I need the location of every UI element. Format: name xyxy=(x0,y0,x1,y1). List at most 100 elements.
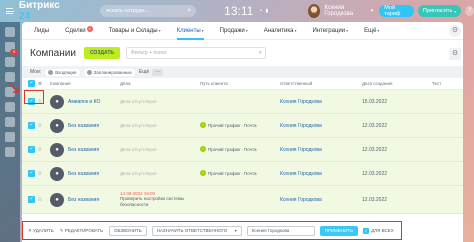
row-checkbox[interactable]: ✓ xyxy=(28,146,35,153)
table-row[interactable]: ✓ ≡ ● Без названия Дела отсутствуют ✓ Проч… xyxy=(22,114,463,138)
column-header-client-path[interactable]: Путь клиента xyxy=(200,81,280,86)
menu-item-integrations[interactable]: Интеграции▾ xyxy=(312,22,348,40)
sidebar-drive-icon[interactable] xyxy=(5,87,15,97)
responsible-link[interactable]: Ксения Городкова xyxy=(280,197,322,203)
row-menu-icon[interactable]: ≡ xyxy=(38,171,50,177)
grid-settings-gear-icon[interactable]: ⚙ xyxy=(449,48,461,60)
select-all-checkbox[interactable]: ✓ xyxy=(28,80,35,87)
filter-search-input[interactable]: Фильтр + поиск ⌕ xyxy=(126,47,267,59)
table-row[interactable]: ✓ ≡ ● Без названия Дела отсутствуют ✓ Проч… xyxy=(22,162,463,186)
header-menu-icon[interactable]: ⚙ xyxy=(38,81,50,87)
menu-item-analytics[interactable]: Аналитика▾ xyxy=(264,22,297,40)
counters-more-dots-icon[interactable]: ··· xyxy=(152,68,164,76)
company-link[interactable]: Амиапок и КО xyxy=(68,99,100,105)
menu-item-more[interactable]: Ещё▾ xyxy=(364,22,379,40)
activity-cell: 14.09.2022 19:00 Проверить настройки сис… xyxy=(120,191,200,208)
column-header-company[interactable]: Компания xyxy=(50,81,120,86)
edit-button[interactable]: ✎ РЕДАКТИРОВАТЬ xyxy=(60,228,103,234)
filter-placeholder: Фильтр + поиск xyxy=(131,50,167,56)
column-header-test[interactable]: Тест xyxy=(432,81,462,86)
user-name[interactable]: Ксения Городкова xyxy=(324,5,367,17)
delete-button[interactable]: ✕ УДАЛИТЬ xyxy=(28,228,54,234)
activity-text[interactable]: Проверить настройки системы безопасности xyxy=(120,196,200,208)
sidebar-chat-icon[interactable] xyxy=(5,27,15,37)
chevron-down-icon: ▾ xyxy=(201,27,204,33)
responsible-input[interactable]: Ксения Городкова xyxy=(246,225,315,236)
counters-more-link[interactable]: Ещё xyxy=(139,69,149,75)
menu-settings-gear-icon[interactable]: ⚙ xyxy=(449,25,461,37)
clock[interactable]: 13:11 xyxy=(224,4,253,18)
client-path-icon: ✓ xyxy=(200,170,206,177)
sidebar-mail-icon[interactable] xyxy=(5,102,15,112)
menu-item-label: Товары и Склады xyxy=(108,27,158,34)
responsible-link[interactable]: Ксения Городкова xyxy=(280,147,322,153)
created-date: 15.03.2022 xyxy=(362,98,388,105)
row-check-cell: ✓ xyxy=(22,146,38,153)
apply-button[interactable]: ПРИМЕНИТЬ xyxy=(319,225,359,236)
edit-label: РЕДАКТИРОВАТЬ xyxy=(64,227,104,233)
row-checkbox[interactable]: ✓ xyxy=(28,98,35,105)
menu-burger-icon[interactable] xyxy=(6,8,14,14)
column-header-created[interactable]: Дата создания xyxy=(362,81,432,86)
chevron-down-icon: ▾ xyxy=(294,27,297,33)
user-avatar[interactable] xyxy=(308,4,321,18)
client-path-cell: ✓ Прочий трафик · Почта xyxy=(200,122,280,129)
counter-label: Запланированные xyxy=(93,69,132,75)
row-menu-icon[interactable]: ≡ xyxy=(38,123,50,129)
table-row[interactable]: ✓ ≡ ● Без названия 14.09.2022 19:00 Прове… xyxy=(22,186,463,214)
responsible-link[interactable]: Ксения Городкова xyxy=(280,99,322,105)
row-check-cell: ✓ xyxy=(22,122,38,129)
client-path-cell: ✓ Прочий трафик · Почта xyxy=(200,170,280,177)
menu-item-sales[interactable]: Продажи▾ xyxy=(220,22,248,40)
app-logo[interactable]: Битрикс 24 xyxy=(19,0,66,22)
sidebar-store-icon[interactable] xyxy=(5,132,15,142)
sidebar-settings-icon[interactable] xyxy=(5,147,15,157)
row-menu-icon[interactable]: ≡ xyxy=(38,147,50,153)
sidebar-crm-icon[interactable] xyxy=(5,72,15,82)
menu-item-leads[interactable]: Лиды xyxy=(34,22,49,40)
responsible-cell: Ксения Городкова xyxy=(280,99,362,105)
responsible-link[interactable]: Ксения Городкова xyxy=(280,123,322,129)
activity-cell: Дела отсутствуют xyxy=(120,123,200,129)
menu-item-deals[interactable]: Сделки 4 xyxy=(65,22,93,40)
row-menu-icon[interactable]: ≡ xyxy=(38,197,50,203)
help-icon[interactable]: ? xyxy=(465,6,474,16)
counters-bar: Мои: Входящие Запланированные Ещё ··· xyxy=(22,66,463,78)
counter-planned[interactable]: Запланированные xyxy=(83,68,135,76)
chevron-down-icon: ▾ xyxy=(158,27,161,33)
menu-item-label: Клиенты xyxy=(176,27,201,34)
invite-button[interactable]: Пригласить ▾ xyxy=(417,5,462,17)
chevron-down-icon[interactable]: ▾ xyxy=(371,8,374,14)
create-button[interactable]: СОЗДАТЬ xyxy=(83,47,121,59)
row-checkbox[interactable]: ✓ xyxy=(28,196,35,203)
row-checkbox[interactable]: ✓ xyxy=(28,170,35,177)
menu-item-clients[interactable]: Клиенты▾ xyxy=(176,22,204,40)
my-tariff-button[interactable]: Мой тариф xyxy=(379,5,414,17)
activity-text: Дела отсутствуют xyxy=(120,122,157,128)
company-link[interactable]: Без названия xyxy=(68,171,99,177)
sidebar-sites-icon[interactable] xyxy=(5,117,15,127)
client-path-cell: ✓ Прочий трафик · Почта xyxy=(200,146,280,153)
created-date: 12.03.2022 xyxy=(362,146,388,153)
company-link[interactable]: Без названия xyxy=(68,197,99,203)
sidebar-calendar-icon[interactable] xyxy=(5,57,15,67)
search-icon: ⌕ xyxy=(187,7,192,14)
company-link[interactable]: Без названия xyxy=(68,147,99,153)
search-icon: ⌕ xyxy=(258,49,263,56)
table-row[interactable]: ✓ ≡ ● Амиапок и КО Дела отсутствуют Ксени… xyxy=(22,90,463,114)
create-label: СОЗДАТЬ xyxy=(89,50,115,56)
action-select[interactable]: НАЗНАЧИТЬ ОТВЕТСТВЕННОГО ▾ xyxy=(151,225,242,236)
global-search-input[interactable]: искать сотрудн... ⌕ xyxy=(100,5,197,17)
row-menu-icon[interactable]: ≡ xyxy=(38,99,50,105)
row-checkbox[interactable]: ✓ xyxy=(28,122,35,129)
counter-incoming[interactable]: Входящие xyxy=(45,68,80,76)
for-all-checkbox[interactable]: ✓ ДЛЯ ВСЕХ xyxy=(363,227,394,234)
company-link[interactable]: Без названия xyxy=(68,123,99,129)
menu-item-label: Сделки xyxy=(65,27,86,34)
menu-item-products[interactable]: Товары и Склады▾ xyxy=(109,22,161,40)
column-header-activities[interactable]: Дела xyxy=(120,81,200,86)
call-button[interactable]: ОБЗВОНИТЬ xyxy=(109,225,147,236)
table-row[interactable]: ✓ ≡ ● Без названия Дела отсутствуют ✓ Проч… xyxy=(22,138,463,162)
responsible-link[interactable]: Ксения Городкова xyxy=(280,171,322,177)
column-header-responsible[interactable]: Ответственный xyxy=(280,81,362,86)
